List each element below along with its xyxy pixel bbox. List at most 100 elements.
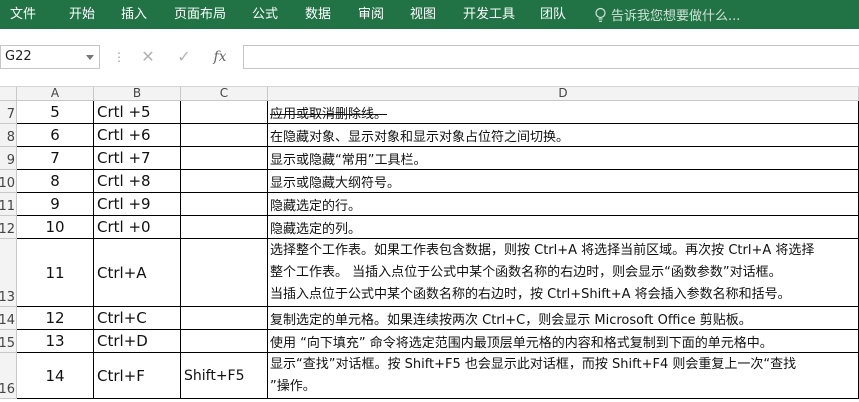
cell-text-line: 显示或隐藏“常用”工具栏。: [270, 152, 427, 168]
cell-d[interactable]: 复制选定的单元格。如果连续按两次 Ctrl+C，则会显示 Microsoft O…: [268, 307, 859, 330]
cell-text: 8: [50, 172, 60, 190]
column-header-b[interactable]: B: [94, 87, 181, 101]
cell-c[interactable]: [181, 239, 268, 307]
tab-view[interactable]: 视图: [410, 0, 436, 29]
enter-icon[interactable]: ✓: [172, 45, 196, 69]
tell-me-box[interactable]: 告诉我您想要做什么...: [594, 0, 740, 29]
cell-b[interactable]: Ctrl+A: [94, 239, 181, 307]
cell-a[interactable]: 9: [17, 193, 94, 216]
cell-text-line: ”操作。: [270, 378, 316, 394]
row-header[interactable]: 11: [0, 193, 17, 216]
cell-b[interactable]: Crtl +8: [94, 170, 181, 193]
cell-text: Crtl +5: [97, 103, 151, 121]
cell-text-line: 当插入点位于公式中某个函数名称的右边时，按 Ctrl+Shift+A 将会插入参…: [270, 286, 791, 302]
row-header[interactable]: 14: [0, 307, 17, 330]
row-header[interactable]: 7: [0, 101, 17, 124]
insert-function-icon[interactable]: fx: [208, 45, 232, 69]
cell-c[interactable]: [181, 101, 268, 124]
row-header[interactable]: 9: [0, 147, 17, 170]
formula-bar: G22 ⋮ ✕ ✓ fx: [0, 29, 859, 87]
cell-text: Shift+F5: [184, 367, 245, 384]
worksheet-grid: A B C D 7 5 Crtl +5 应用或取消删除线。 8 6 Crtl +6 在隐藏对象…: [0, 87, 859, 402]
row-header[interactable]: 15: [0, 330, 17, 353]
cell-text-line: 隐藏选定的列。: [270, 221, 362, 237]
cell-text-line: 在隐藏对象、显示对象和显示对象占位符之间切换。: [270, 129, 570, 145]
drag-handle-icon[interactable]: ⋮: [113, 48, 125, 66]
cell-text-line: 显示或隐藏大纲符号。: [270, 175, 401, 191]
cell-d[interactable]: 选择整个工作表。如果工作表包含数据，则按 Ctrl+A 将选择当前区域。再次按 …: [268, 239, 859, 307]
tab-data[interactable]: 数据: [305, 0, 331, 29]
tab-page-layout[interactable]: 页面布局: [174, 0, 226, 29]
row-header[interactable]: 10: [0, 170, 17, 193]
cell-b[interactable]: Ctrl+F: [94, 353, 181, 399]
cell-a[interactable]: 6: [17, 124, 94, 147]
tab-insert[interactable]: 插入: [121, 0, 147, 29]
row-header[interactable]: 13: [0, 239, 17, 307]
cell-d[interactable]: 使用 “向下填充” 命令将选定范围内最顶层单元格的内容和格式复制到下面的单元格中…: [268, 330, 859, 353]
cell-text-line: 应用或取消删除线。: [270, 106, 388, 122]
select-all-corner[interactable]: [0, 87, 17, 101]
cell-b[interactable]: Crtl +5: [94, 101, 181, 124]
cell-b[interactable]: Crtl +7: [94, 147, 181, 170]
cell-d[interactable]: 应用或取消删除线。: [268, 101, 859, 124]
cell-text: Crtl +7: [97, 149, 151, 167]
cell-text: 9: [50, 195, 60, 213]
cell-a[interactable]: 13: [17, 330, 94, 353]
cell-c[interactable]: [181, 193, 268, 216]
cell-a[interactable]: 12: [17, 307, 94, 330]
cell-d[interactable]: 隐藏选定的列。: [268, 216, 859, 239]
cell-b[interactable]: Ctrl+C: [94, 307, 181, 330]
cell-b[interactable]: Ctrl+D: [94, 330, 181, 353]
cell-c[interactable]: [181, 124, 268, 147]
row-header[interactable]: 8: [0, 124, 17, 147]
cell-b[interactable]: Crtl +9: [94, 193, 181, 216]
cell-text: Ctrl+A: [97, 263, 147, 282]
cell-text-line: 整个工作表。 当插入点位于公式中某个函数名称的右边时，则会显示“函数参数”对话框…: [270, 264, 782, 280]
cell-b[interactable]: Crtl +6: [94, 124, 181, 147]
formula-input[interactable]: [243, 45, 859, 69]
cell-b[interactable]: Crtl +0: [94, 216, 181, 239]
cell-c[interactable]: [181, 330, 268, 353]
cell-text-line: 使用 “向下填充” 命令将选定范围内最顶层单元格的内容和格式复制到下面的单元格中…: [270, 335, 773, 351]
cell-d[interactable]: 隐藏选定的行。: [268, 193, 859, 216]
cell-text-line: 选择整个工作表。如果工作表包含数据，则按 Ctrl+A 将选择当前区域。再次按 …: [270, 242, 815, 258]
cell-d[interactable]: 在隐藏对象、显示对象和显示对象占位符之间切换。: [268, 124, 859, 147]
cell-a[interactable]: 14: [17, 353, 94, 399]
tab-formulas[interactable]: 公式: [252, 0, 278, 29]
cell-text: 14: [45, 366, 65, 385]
cell-a[interactable]: 7: [17, 147, 94, 170]
name-box[interactable]: G22: [0, 45, 100, 69]
column-header-d[interactable]: D: [268, 87, 859, 101]
cell-c[interactable]: [181, 170, 268, 193]
cell-a[interactable]: 10: [17, 216, 94, 239]
cell-text: Crtl +8: [97, 172, 151, 190]
cell-text: 7: [50, 149, 60, 167]
cell-text: Crtl +6: [97, 126, 151, 144]
chevron-down-icon[interactable]: [86, 55, 94, 60]
column-header-c[interactable]: C: [181, 87, 268, 101]
cell-c[interactable]: Shift+F5: [181, 353, 268, 399]
column-header-a[interactable]: A: [17, 87, 94, 101]
cell-d[interactable]: 显示或隐藏大纲符号。: [268, 170, 859, 193]
cell-d[interactable]: 显示或隐藏“常用”工具栏。: [268, 147, 859, 170]
cell-c[interactable]: [181, 307, 268, 330]
cell-text-line: 隐藏选定的行。: [270, 198, 362, 214]
cell-c[interactable]: [181, 216, 268, 239]
cell-a[interactable]: 11: [17, 239, 94, 307]
cell-a[interactable]: 5: [17, 101, 94, 124]
tab-file[interactable]: 文件: [10, 0, 36, 29]
row-header[interactable]: 16: [0, 353, 17, 399]
name-box-value: G22: [5, 49, 32, 64]
cell-text: Crtl +0: [97, 218, 151, 236]
tab-team[interactable]: 团队: [540, 0, 566, 29]
tab-review[interactable]: 审阅: [358, 0, 384, 29]
row-header[interactable]: 12: [0, 216, 17, 239]
tab-home[interactable]: 开始: [69, 0, 95, 29]
cell-text: 12: [45, 309, 65, 327]
cancel-icon[interactable]: ✕: [136, 45, 160, 69]
cell-d[interactable]: 显示“查找”对话框。按 Shift+F5 也会显示此对话框，而按 Shift+F…: [268, 353, 859, 399]
cell-text: 11: [45, 263, 65, 282]
tab-developer[interactable]: 开发工具: [463, 0, 515, 29]
cell-c[interactable]: [181, 147, 268, 170]
cell-a[interactable]: 8: [17, 170, 94, 193]
